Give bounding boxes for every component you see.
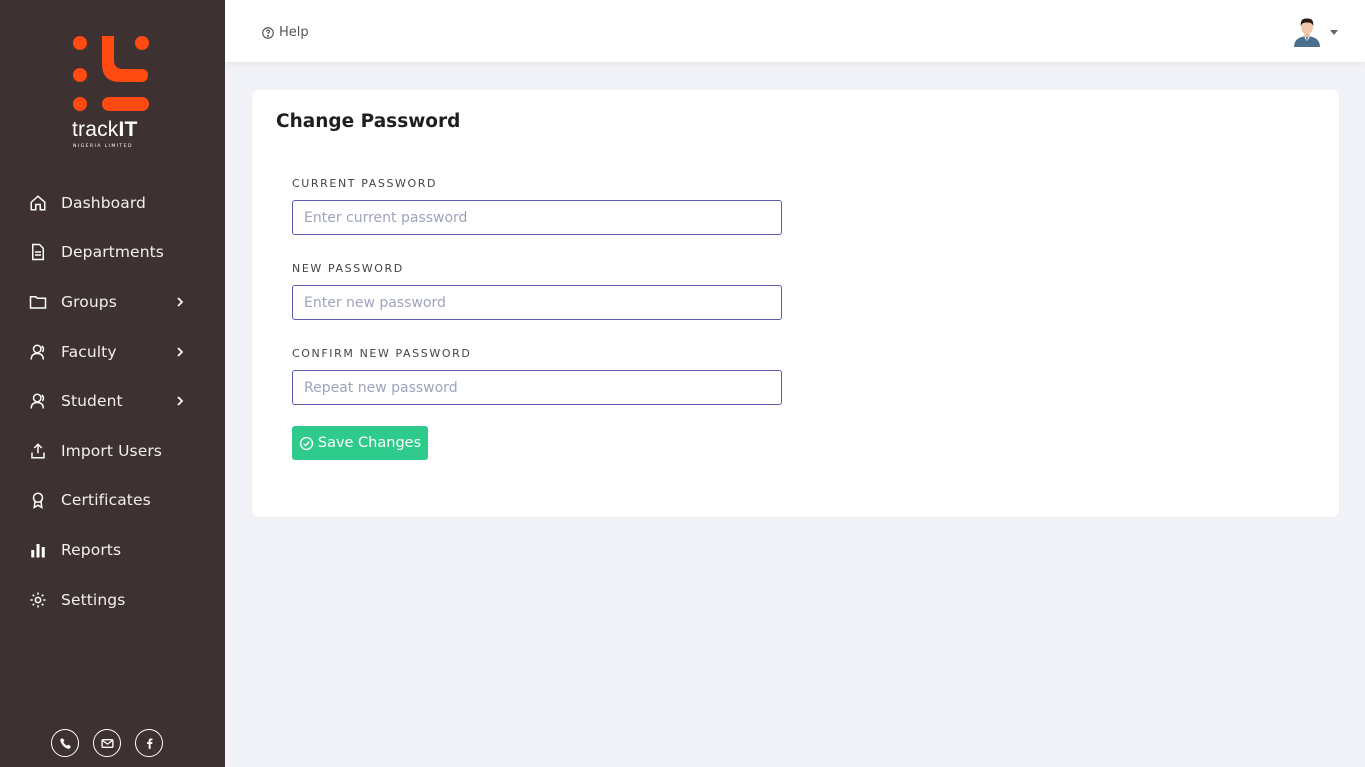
change-password-card: Change Password CURRENT PASSWORD NEW PAS… xyxy=(252,90,1339,517)
sidebar-item-reports[interactable]: Reports xyxy=(0,525,225,575)
award-icon xyxy=(29,491,47,510)
chevron-right-icon xyxy=(177,346,184,357)
sidebar-item-dashboard[interactable]: Dashboard xyxy=(0,178,225,228)
user-avatar[interactable] xyxy=(1291,15,1323,47)
sidebar: trackIT NIGERIA LIMITED Dashboard Depart… xyxy=(0,0,225,767)
upload-icon xyxy=(29,442,47,460)
sidebar-item-label: Settings xyxy=(61,590,126,609)
sidebar-item-import-users[interactable]: Import Users xyxy=(0,426,225,476)
sidebar-item-certificates[interactable]: Certificates xyxy=(0,476,225,526)
sidebar-item-label: Import Users xyxy=(61,441,162,460)
sidebar-item-label: Dashboard xyxy=(61,193,146,212)
mail-button[interactable] xyxy=(93,729,121,757)
bar-chart-icon xyxy=(29,541,47,559)
chevron-right-icon xyxy=(177,297,184,307)
current-password-label: CURRENT PASSWORD xyxy=(292,177,438,190)
sidebar-item-label: Departments xyxy=(61,243,164,262)
help-link[interactable]: Help xyxy=(261,25,309,40)
save-changes-button[interactable]: Save Changes xyxy=(292,426,428,460)
user-icon xyxy=(29,343,47,361)
sidebar-item-label: Groups xyxy=(61,292,117,311)
mail-icon xyxy=(100,738,114,748)
page-title: Change Password xyxy=(276,111,461,132)
help-circle-icon xyxy=(262,26,274,39)
save-changes-label: Save Changes xyxy=(317,435,422,451)
sidebar-item-label: Certificates xyxy=(61,491,151,510)
confirm-password-input[interactable] xyxy=(292,370,782,405)
sidebar-nav: Dashboard Departments Groups Faculty Stu… xyxy=(0,178,225,624)
help-label: Help xyxy=(279,25,309,40)
folder-icon xyxy=(29,293,47,311)
sidebar-item-student[interactable]: Student xyxy=(0,376,225,426)
user-icon xyxy=(29,392,47,410)
new-password-label: NEW PASSWORD xyxy=(292,262,404,275)
brand-tagline: NIGERIA LIMITED xyxy=(73,144,133,149)
new-password-input[interactable] xyxy=(292,285,782,320)
chevron-down-icon[interactable] xyxy=(1330,30,1338,35)
phone-icon xyxy=(59,737,71,749)
gear-icon xyxy=(29,591,47,609)
confirm-password-label: CONFIRM NEW PASSWORD xyxy=(292,347,472,360)
chevron-right-icon xyxy=(177,396,184,406)
check-circle-icon xyxy=(299,436,313,450)
facebook-button[interactable] xyxy=(135,729,163,757)
current-password-input[interactable] xyxy=(292,200,782,235)
sidebar-item-departments[interactable]: Departments xyxy=(0,228,225,278)
brand-name: trackIT xyxy=(72,118,138,141)
phone-button[interactable] xyxy=(51,729,79,757)
top-bar: Help xyxy=(225,0,1365,62)
sidebar-item-groups[interactable]: Groups xyxy=(0,277,225,327)
sidebar-item-faculty[interactable]: Faculty xyxy=(0,327,225,377)
sidebar-item-label: Reports xyxy=(61,540,122,559)
facebook-icon xyxy=(146,738,152,749)
social-links xyxy=(51,729,163,757)
home-icon xyxy=(29,194,47,212)
sidebar-item-label: Student xyxy=(61,392,123,411)
sidebar-item-label: Faculty xyxy=(61,342,117,361)
document-icon xyxy=(29,243,47,261)
sidebar-item-settings[interactable]: Settings xyxy=(0,575,225,625)
